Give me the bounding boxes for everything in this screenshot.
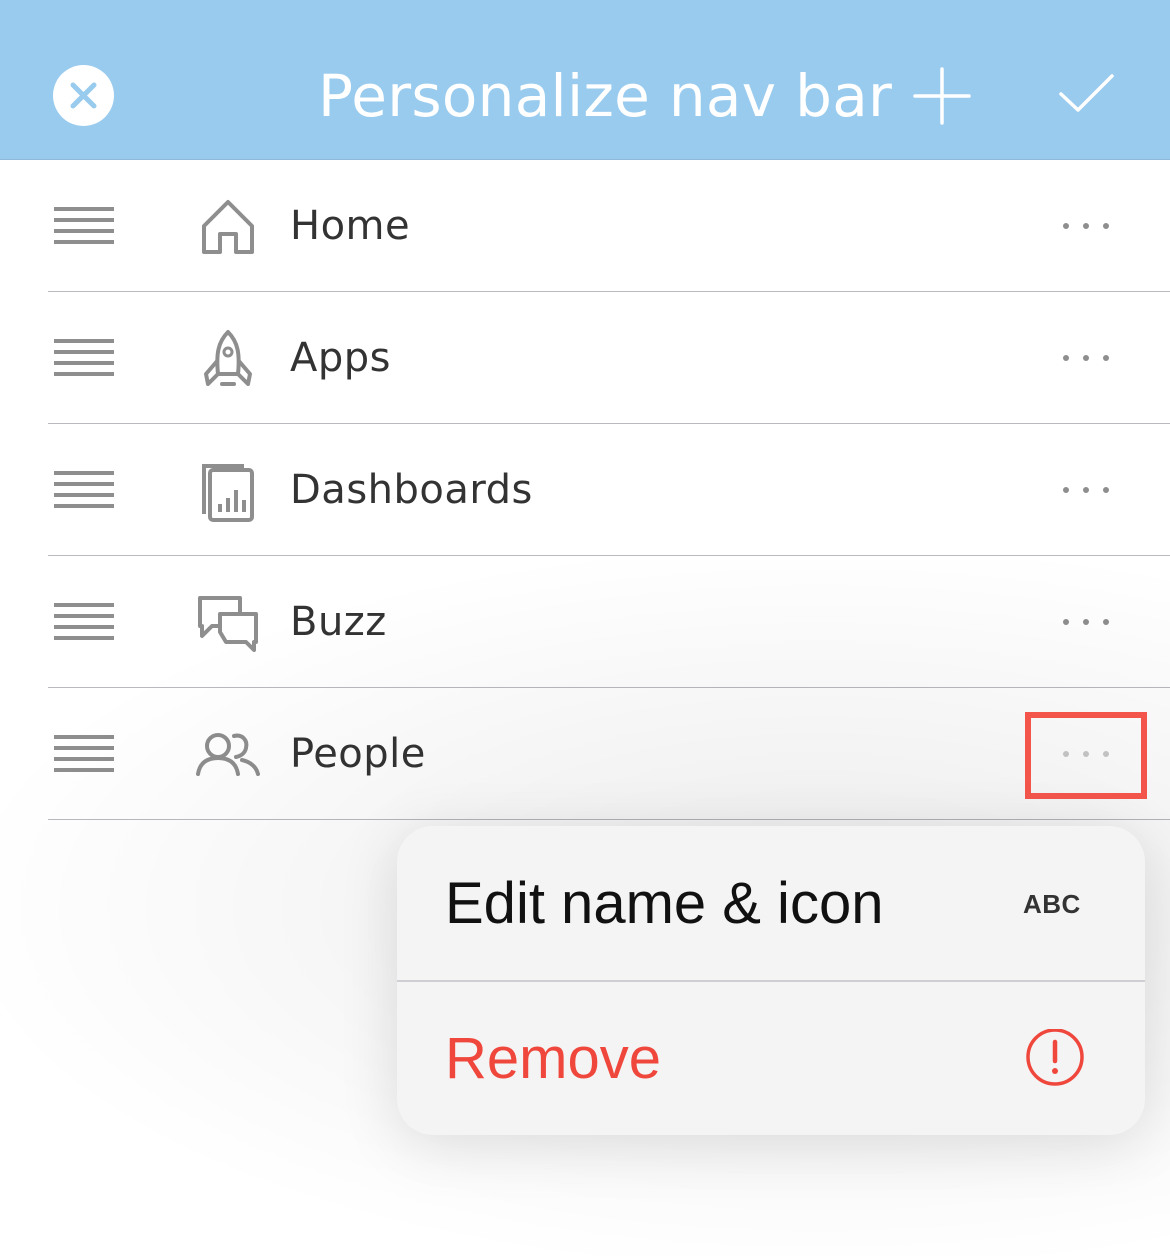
menu-item-label: Remove — [445, 1026, 661, 1091]
dashboard-icon — [202, 464, 254, 522]
close-button[interactable] — [53, 65, 114, 126]
ellipsis-icon — [1063, 619, 1109, 625]
nav-header: Personalize nav bar — [0, 0, 1170, 160]
drag-handle-icon[interactable] — [54, 470, 114, 510]
context-menu: Edit name & icon ABC Remove — [397, 826, 1145, 1135]
ellipsis-icon — [1063, 355, 1109, 361]
list-item-apps[interactable]: Apps — [0, 292, 1170, 424]
more-options-button[interactable] — [1056, 344, 1116, 372]
more-options-button[interactable] — [1056, 212, 1116, 240]
checkmark-icon — [1059, 74, 1114, 112]
drag-handle-icon[interactable] — [54, 338, 114, 378]
list-item-dashboards[interactable]: Dashboards — [0, 424, 1170, 556]
list-item-home[interactable]: Home — [0, 160, 1170, 292]
edit-name-icon-menu-item[interactable]: Edit name & icon ABC — [397, 826, 1145, 980]
done-button[interactable] — [1056, 70, 1116, 120]
ellipsis-icon — [1063, 223, 1109, 229]
plus-icon — [913, 67, 971, 125]
menu-item-label: Edit name & icon — [445, 871, 884, 936]
home-icon — [202, 200, 254, 254]
drag-handle-icon[interactable] — [54, 206, 114, 246]
people-icon — [196, 733, 260, 776]
list-item-buzz[interactable]: Buzz — [0, 556, 1170, 688]
list-item-people[interactable]: People — [0, 688, 1170, 820]
more-options-button[interactable] — [1056, 608, 1116, 636]
nav-item-label: People — [290, 731, 426, 777]
ellipsis-icon — [1063, 487, 1109, 493]
nav-item-label: Apps — [290, 335, 391, 381]
rocket-icon — [204, 330, 252, 386]
nav-item-label: Home — [290, 203, 411, 249]
abc-icon: ABC — [1023, 889, 1081, 919]
nav-item-label: Buzz — [290, 599, 387, 645]
nav-item-list: Home Apps Dashboards Buzz People — [0, 160, 1170, 820]
drag-handle-icon[interactable] — [54, 734, 114, 774]
drag-handle-icon[interactable] — [54, 602, 114, 642]
row-divider — [48, 818, 1170, 820]
add-button[interactable] — [912, 66, 972, 126]
highlight-box — [1025, 712, 1147, 799]
close-icon — [70, 82, 97, 109]
more-options-button[interactable] — [1056, 476, 1116, 504]
remove-menu-item[interactable]: Remove — [397, 981, 1145, 1135]
page-title: Personalize nav bar — [318, 62, 893, 130]
exclamation-circle-icon — [1026, 1029, 1084, 1086]
nav-item-label: Dashboards — [290, 467, 533, 513]
chat-bubbles-icon — [198, 596, 258, 652]
